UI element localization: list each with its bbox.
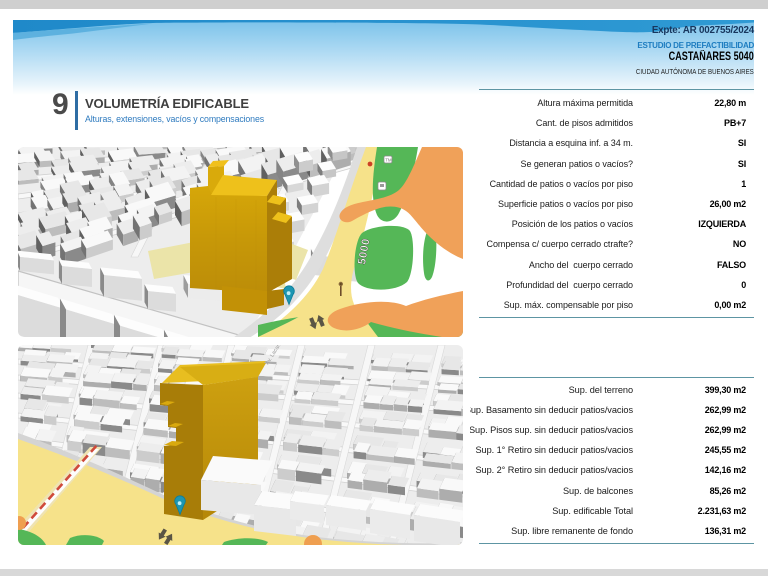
svg-text:TM: TM bbox=[385, 158, 392, 163]
